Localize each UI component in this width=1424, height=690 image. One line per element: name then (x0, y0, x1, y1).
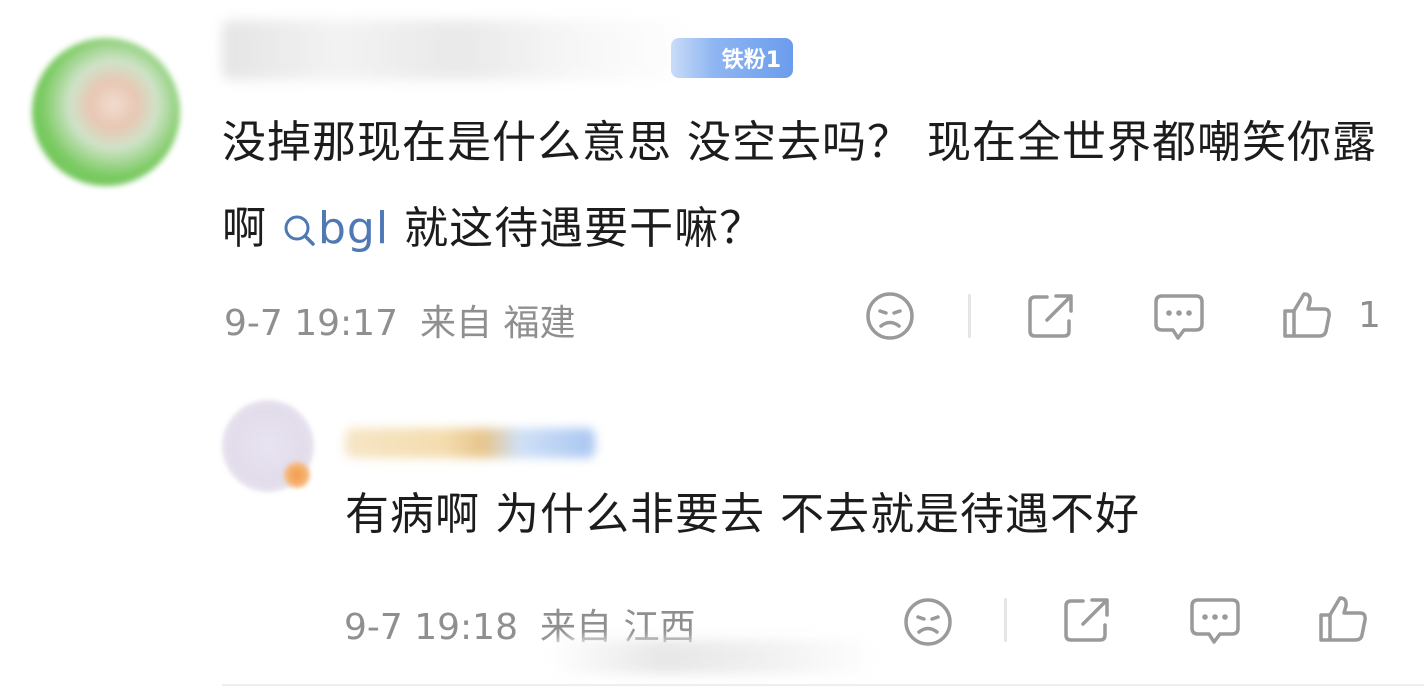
timestamp: 9-7 19:17 (224, 303, 398, 344)
avatar[interactable] (32, 38, 180, 186)
comment-meta: 9-7 19:17 来自 福建 (224, 294, 575, 346)
search-link[interactable]: bgl (282, 203, 389, 254)
username-blurred[interactable] (222, 20, 692, 80)
divider (222, 684, 1424, 686)
comment-text: 有病啊 为什么非要去 不去就是待遇不好 (345, 489, 1140, 540)
divider (968, 294, 971, 338)
search-term: bgl (318, 203, 390, 254)
comment-button[interactable] (1188, 594, 1242, 648)
comment-button[interactable] (1152, 290, 1206, 344)
share-button[interactable] (1024, 290, 1078, 342)
thumbs-up-icon (1283, 292, 1331, 338)
share-button[interactable] (1060, 594, 1114, 646)
dislike-button[interactable] (864, 290, 916, 342)
like-button[interactable] (1316, 592, 1370, 646)
dislike-button[interactable] (902, 596, 954, 648)
like-count: 1 (1358, 295, 1381, 336)
comment-text-part: 就这待遇要干嘛？ (389, 203, 765, 254)
thumbs-up-icon (1319, 596, 1367, 642)
like-button[interactable] (1280, 288, 1334, 342)
username-blurred[interactable] (345, 428, 595, 458)
sad-face-icon (904, 598, 952, 646)
comment-icon (1154, 294, 1204, 340)
verified-badge (284, 462, 310, 488)
share-icon (1064, 598, 1109, 642)
sad-face-icon (866, 292, 914, 340)
watermark-blurred (548, 640, 878, 674)
comment-icon (1190, 598, 1240, 644)
timestamp: 9-7 19:18 (344, 607, 518, 648)
comment-text: 没掉那现在是什么意思 没空去吗？ 现在全世界都嘲笑你露啊 bgl 就这待遇要干嘛… (222, 100, 1382, 272)
location: 来自 福建 (420, 303, 576, 344)
fan-badge: 铁粉1 (671, 38, 793, 78)
share-icon (1028, 294, 1073, 338)
divider (1004, 598, 1007, 642)
search-icon (284, 215, 315, 246)
fan-badge-label: 铁粉1 (721, 48, 781, 73)
